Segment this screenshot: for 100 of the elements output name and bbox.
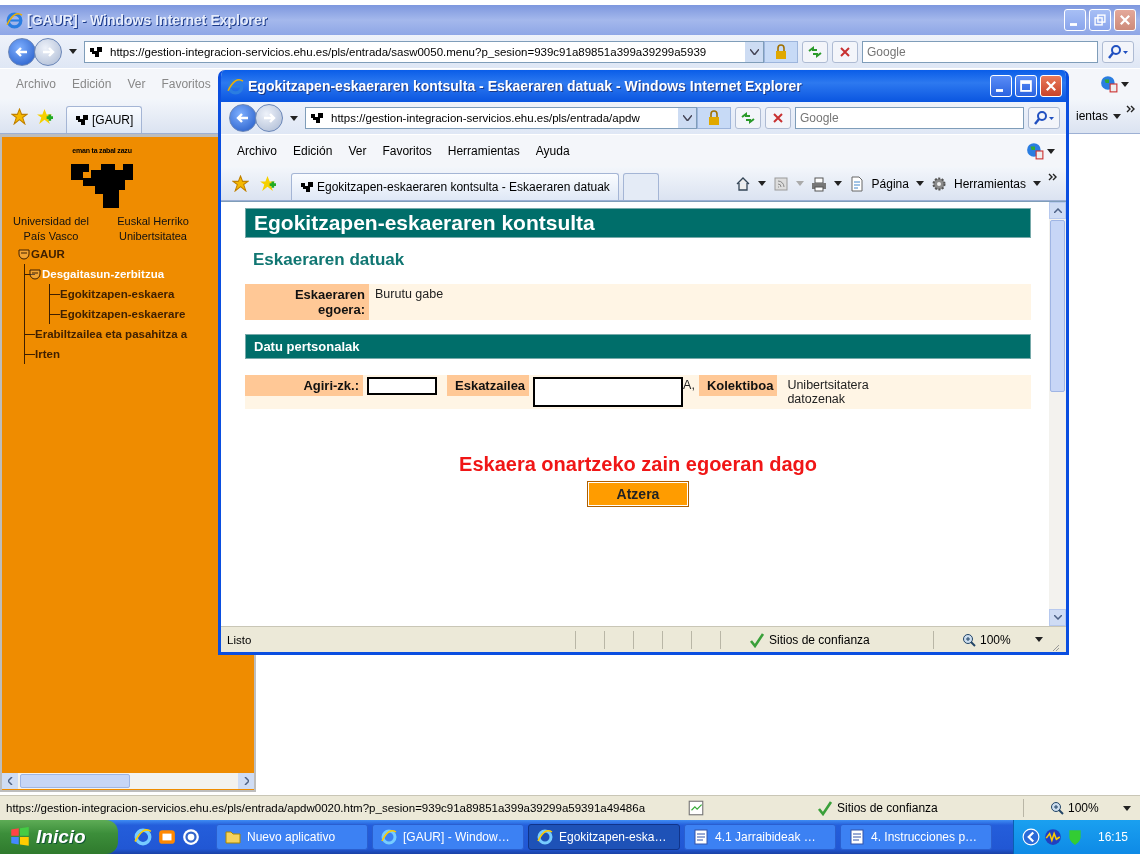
- ie-logo-icon: [537, 829, 553, 845]
- dropdown-button[interactable]: [678, 108, 696, 128]
- close-button[interactable]: [1040, 75, 1062, 97]
- search-field[interactable]: Google: [795, 107, 1024, 129]
- scroll-right-icon[interactable]: [243, 777, 249, 785]
- page-heading: Egokitzapen-eskaeraren kontsulta: [245, 208, 1031, 238]
- menu-item[interactable]: Archivo: [229, 144, 285, 158]
- command-menu[interactable]: Herramientas: [950, 176, 1026, 191]
- search-field[interactable]: Google: [862, 40, 1098, 63]
- document-icon: [693, 829, 709, 845]
- caret-icon[interactable]: [1123, 805, 1131, 811]
- chevron-icon[interactable]: [1126, 105, 1136, 113]
- dropdown-button[interactable]: [745, 41, 763, 62]
- menu-item[interactable]: Favoritos: [374, 144, 440, 158]
- tree-item[interactable]: Egokitzapen-eskaerare: [60, 308, 186, 320]
- mail-icon[interactable]: [158, 828, 176, 846]
- caret-icon[interactable]: [1035, 637, 1043, 642]
- taskbar-button[interactable]: Nuevo aplicativo: [216, 824, 368, 850]
- browser-tab[interactable]: Egokitzapen-eskaeraren kontsulta - Eskaeraren datuak: [291, 173, 619, 200]
- back-button[interactable]: [8, 37, 36, 66]
- home-icon[interactable]: [734, 175, 751, 192]
- add-favorite-icon[interactable]: [36, 107, 53, 125]
- site-logo-icon: [300, 181, 314, 193]
- globe-icon[interactable]: [1026, 142, 1044, 160]
- star-icon[interactable]: [232, 175, 249, 192]
- scroll-down-icon[interactable]: [1053, 615, 1062, 620]
- zoom-level[interactable]: 100%: [980, 632, 1028, 647]
- browser-tab[interactable]: [GAUR]: [66, 106, 143, 133]
- taskbar-button[interactable]: Egokitzapen-eska…: [528, 824, 680, 850]
- caret-icon[interactable]: [833, 181, 842, 186]
- caret-icon[interactable]: [1047, 148, 1055, 154]
- lock-icon[interactable]: [774, 43, 788, 60]
- gear-icon[interactable]: [930, 175, 947, 192]
- taskbar-button[interactable]: 4. Instrucciones p…: [840, 824, 992, 850]
- chevron-icon[interactable]: [1048, 173, 1058, 181]
- security-zone: Sitios de confianza: [837, 801, 939, 815]
- scroll-left-icon[interactable]: [7, 777, 13, 785]
- caret-icon[interactable]: [1033, 181, 1041, 186]
- add-favorite-icon[interactable]: [259, 175, 276, 192]
- vertical-scrollbar[interactable]: [1049, 202, 1066, 626]
- menu-item[interactable]: Herramientas: [439, 144, 528, 158]
- maximize-button[interactable]: [1015, 75, 1037, 97]
- zoom-icon[interactable]: [1050, 801, 1064, 815]
- network-icon[interactable]: [1043, 828, 1062, 846]
- print-icon[interactable]: [810, 175, 827, 192]
- stop-button[interactable]: [832, 40, 858, 63]
- stop-button[interactable]: [765, 107, 791, 129]
- page-subheading: Eskaeraren datuak: [253, 250, 406, 270]
- taskbar-button[interactable]: [GAUR] - Window…: [372, 824, 524, 850]
- window-title: Egokitzapen-eskaeraren kontsulta - Eskaeraren datuak - Windows Internet Explorer: [248, 78, 802, 94]
- refresh-button[interactable]: [735, 107, 761, 129]
- resize-grip-icon[interactable]: [1050, 642, 1060, 652]
- globe-icon[interactable]: [1100, 75, 1118, 93]
- collapse-toggle-icon[interactable]: [18, 248, 30, 260]
- back-button[interactable]: [229, 104, 257, 132]
- browser-icon[interactable]: [182, 828, 200, 846]
- tree-item[interactable]: Egokitzapen-eskaera: [60, 288, 175, 300]
- minimize-button[interactable]: [990, 75, 1012, 97]
- caret-icon[interactable]: [1113, 113, 1121, 119]
- tree-item[interactable]: Irten: [35, 348, 60, 360]
- site-logo-icon: [75, 114, 89, 126]
- address-field[interactable]: https://gestion-integracion-servicios.ehu.es/pls/entrada/apdw: [305, 107, 697, 129]
- menu-item[interactable]: Ver: [340, 144, 375, 158]
- address-field[interactable]: https://gestion-integracion-servicios.ehu.es/pls/entrada/sasw0050.menu?p_sesion=939c91a89851a399a39299a5939: [84, 40, 764, 63]
- zoom-icon[interactable]: [962, 632, 976, 647]
- field-value: Unibertsitatera datozenak: [786, 377, 870, 408]
- field-label: Eskatzailea: [447, 375, 530, 396]
- taskbar-button[interactable]: 4.1 Jarraibideak …: [684, 824, 836, 850]
- minimize-icon: [996, 89, 1003, 92]
- tree-item[interactable]: Erabiltzailea eta pasahitza a: [35, 328, 188, 340]
- menu-item[interactable]: Edición: [285, 144, 341, 158]
- scroll-up-icon[interactable]: [1053, 208, 1062, 213]
- folder-icon: [225, 829, 241, 845]
- caret-icon[interactable]: [757, 181, 766, 186]
- star-icon[interactable]: [11, 107, 28, 125]
- collapse-toggle-icon[interactable]: [29, 268, 41, 280]
- maximize-icon: [1019, 79, 1033, 93]
- refresh-button[interactable]: [802, 40, 828, 63]
- zoom-level[interactable]: 100%: [1068, 801, 1116, 815]
- caret-icon[interactable]: [290, 115, 298, 121]
- caret-icon[interactable]: [69, 49, 77, 54]
- document-icon: [849, 829, 865, 845]
- horizontal-scrollbar[interactable]: [2, 773, 254, 789]
- search-button[interactable]: [1028, 107, 1060, 129]
- forward-button[interactable]: [255, 104, 283, 132]
- caret-icon[interactable]: [1121, 81, 1129, 87]
- ie-logo-icon[interactable]: [134, 828, 152, 846]
- back-button[interactable]: Atzera: [588, 482, 688, 506]
- forward-button[interactable]: [34, 37, 62, 66]
- menu-item[interactable]: Ayuda: [527, 144, 578, 158]
- tools-menu[interactable]: ientas: [1073, 109, 1108, 123]
- search-icon: [1033, 110, 1055, 126]
- caret-icon[interactable]: [915, 181, 924, 186]
- tree-item[interactable]: GAUR: [31, 248, 65, 260]
- command-menu[interactable]: Página: [868, 176, 909, 191]
- page-icon[interactable]: [848, 175, 865, 192]
- lock-icon[interactable]: [707, 110, 721, 126]
- ie-logo-icon: [227, 77, 244, 95]
- search-button[interactable]: [1102, 40, 1134, 63]
- start-button[interactable]: Inicio: [0, 820, 118, 854]
